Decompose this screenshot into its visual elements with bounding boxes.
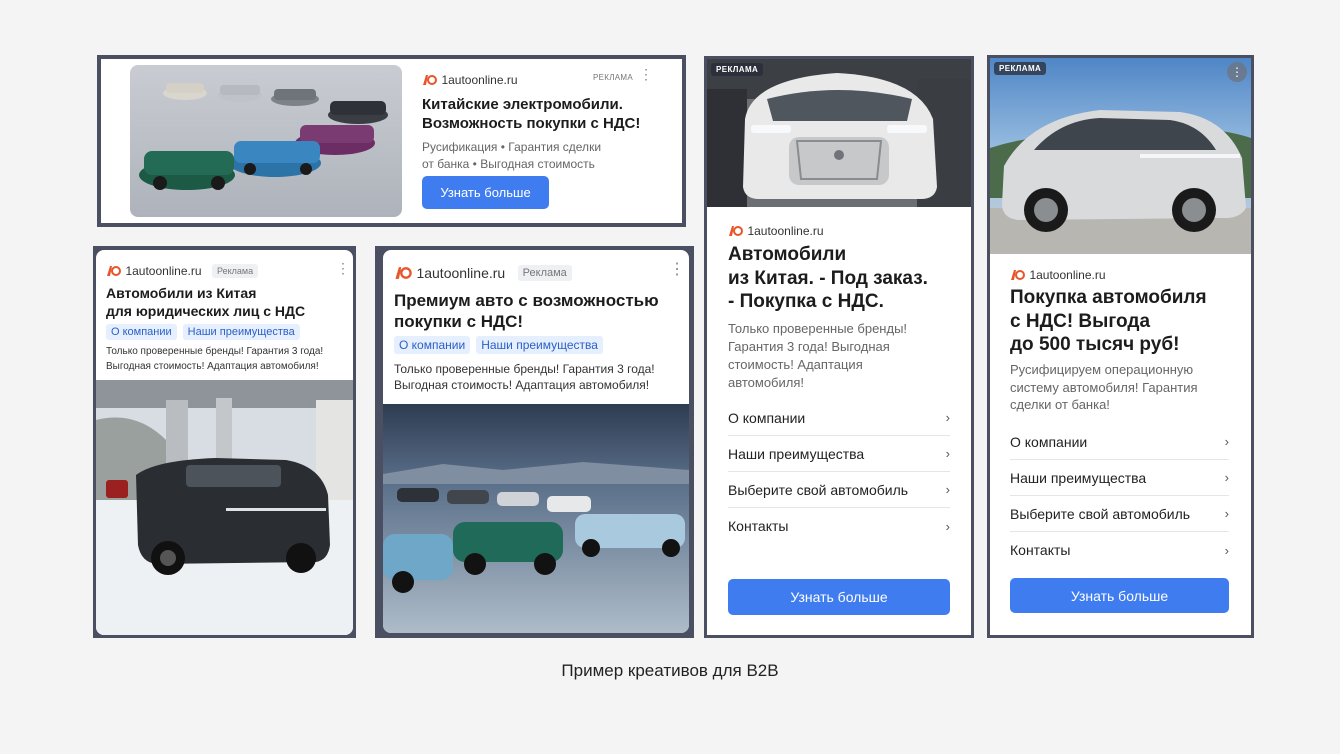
ad-domain[interactable]: 1autoonline.ru — [125, 264, 201, 278]
ad-label: Реклама — [517, 264, 572, 281]
ad-photo-white-suv-front — [707, 59, 971, 207]
learn-more-button[interactable]: Узнать больше — [1010, 578, 1229, 613]
ad-card: 1autoonline.ru Реклама ⋮ Премиум авто с … — [383, 250, 689, 633]
sitelink-about[interactable]: О компании — [106, 324, 177, 340]
1autoonline-logo-icon — [422, 74, 437, 86]
ad-photo-cars-on-ice — [130, 65, 402, 217]
ad-photo-silver-suv-side — [990, 58, 1251, 254]
sitelink-about[interactable]: О компании — [394, 336, 471, 354]
ad-label: РЕКЛАМА — [994, 62, 1047, 75]
chevron-right-icon: › — [1224, 542, 1229, 558]
chevron-right-icon: › — [945, 518, 950, 534]
ad-title[interactable]: Премиум авто с возможностью покупки с НД… — [394, 290, 659, 332]
ad-sitelinks: О компании Наши преимущества — [106, 322, 306, 340]
ad-header: 1autoonline.ru — [728, 222, 824, 240]
learn-more-button[interactable]: Узнать больше — [422, 176, 549, 209]
ad-card: РЕКЛАМА ⋮ 1autoonline.ru Покупка автомоб… — [990, 58, 1251, 635]
ad-vertical-tall-menu-1[interactable]: РЕКЛАМА 1autoonline.ru Автомобили из Кит… — [704, 56, 974, 638]
menu-item-contacts[interactable]: Контакты › — [1010, 532, 1229, 568]
ad-domain[interactable]: 1autoonline.ru — [441, 73, 517, 87]
ad-vertical-medium[interactable]: 1autoonline.ru Реклама ⋮ Премиум авто с … — [375, 246, 694, 638]
1autoonline-logo-icon — [106, 265, 121, 277]
learn-more-button[interactable]: Узнать больше — [728, 579, 950, 615]
ad-photo-cars-in-desert — [383, 404, 689, 633]
ad-description: Русифицируем операционную систему автомо… — [1010, 362, 1198, 412]
chevron-right-icon: › — [1224, 470, 1229, 485]
ad-header: 1autoonline.ru — [422, 71, 518, 89]
ad-banner-horizontal[interactable]: 1autoonline.ru РЕКЛАМА ⋮ Китайские элект… — [97, 55, 686, 227]
ad-header: 1autoonline.ru Реклама — [394, 264, 572, 282]
menu-item-choose-car[interactable]: Выберите свой автомобиль › — [728, 472, 950, 508]
ad-card: 1autoonline.ru Реклама ⋮ Автомобили из К… — [96, 250, 353, 635]
ad-domain[interactable]: 1autoonline.ru — [416, 265, 505, 281]
menu-item-advantages[interactable]: Наши преимущества › — [1010, 460, 1229, 496]
more-vertical-icon[interactable]: ⋮ — [639, 67, 653, 81]
ad-description: Только проверенные бренды! Гарантия 3 го… — [106, 346, 324, 372]
ad-title[interactable]: Автомобили из Китая. - Под заказ. - Поку… — [728, 243, 928, 314]
ad-menu: О компании › Наши преимущества › Выберите … — [1010, 424, 1229, 568]
menu-item-contacts[interactable]: Контакты › — [728, 508, 950, 544]
ad-description: Только проверенные бренды! Гарантия 3 го… — [394, 362, 655, 392]
ad-label: РЕКЛАМА — [711, 63, 764, 76]
ad-label: РЕКЛАМА — [593, 73, 634, 82]
more-vertical-icon[interactable]: ⋮ — [336, 261, 350, 275]
ad-photo-suv-in-snow — [96, 380, 353, 635]
ad-label: Реклама — [211, 263, 259, 278]
ad-card: 1autoonline.ru РЕКЛАМА ⋮ Китайские элект… — [101, 59, 682, 223]
ad-title[interactable]: Покупка автомобиля с НДС! Выгода до 500 … — [1010, 286, 1207, 357]
ad-menu: О компании › Наши преимущества › Выберите … — [728, 400, 950, 544]
ad-header: 1autoonline.ru — [1010, 266, 1106, 284]
page-caption: Пример креативов для B2B — [561, 661, 779, 680]
ad-domain[interactable]: 1autoonline.ru — [1029, 268, 1105, 282]
menu-item-advantages[interactable]: Наши преимущества › — [728, 436, 950, 472]
1autoonline-logo-icon — [728, 225, 743, 237]
chevron-right-icon: › — [1224, 506, 1229, 521]
menu-item-choose-car[interactable]: Выберите свой автомобиль › — [1010, 496, 1229, 532]
chevron-right-icon: › — [945, 482, 950, 497]
menu-item-about[interactable]: О компании › — [728, 400, 950, 436]
more-vertical-icon[interactable]: ⋮ — [1227, 62, 1247, 82]
menu-item-about[interactable]: О компании › — [1010, 424, 1229, 460]
ad-title[interactable]: Китайские электромобили. Возможность пок… — [422, 95, 640, 133]
ad-vertical-small[interactable]: 1autoonline.ru Реклама ⋮ Автомобили из К… — [93, 246, 356, 638]
more-vertical-icon[interactable]: ⋮ — [669, 262, 685, 278]
ad-vertical-tall-menu-2[interactable]: РЕКЛАМА ⋮ 1autoonline.ru Покупка автомоб… — [987, 55, 1254, 638]
ad-header: 1autoonline.ru Реклама — [106, 262, 259, 280]
ad-title[interactable]: Автомобили из Китая для юридических лиц … — [106, 284, 305, 320]
ad-card: РЕКЛАМА 1autoonline.ru Автомобили из Кит… — [707, 59, 971, 635]
ad-domain[interactable]: 1autoonline.ru — [747, 224, 823, 238]
sitelink-advantages[interactable]: Наши преимущества — [476, 336, 603, 354]
chevron-right-icon: › — [945, 410, 950, 425]
ad-description: Только проверенные бренды! Гарантия 3 го… — [728, 321, 908, 390]
1autoonline-logo-icon — [1010, 269, 1025, 281]
ad-sitelinks: О компании Наши преимущества — [394, 336, 609, 354]
sitelink-advantages[interactable]: Наши преимущества — [182, 324, 300, 340]
chevron-right-icon: › — [945, 446, 950, 461]
1autoonline-logo-icon — [394, 266, 412, 280]
chevron-right-icon: › — [1224, 434, 1229, 449]
ad-description: Русификация • Гарантия сделки от банка •… — [422, 140, 602, 171]
